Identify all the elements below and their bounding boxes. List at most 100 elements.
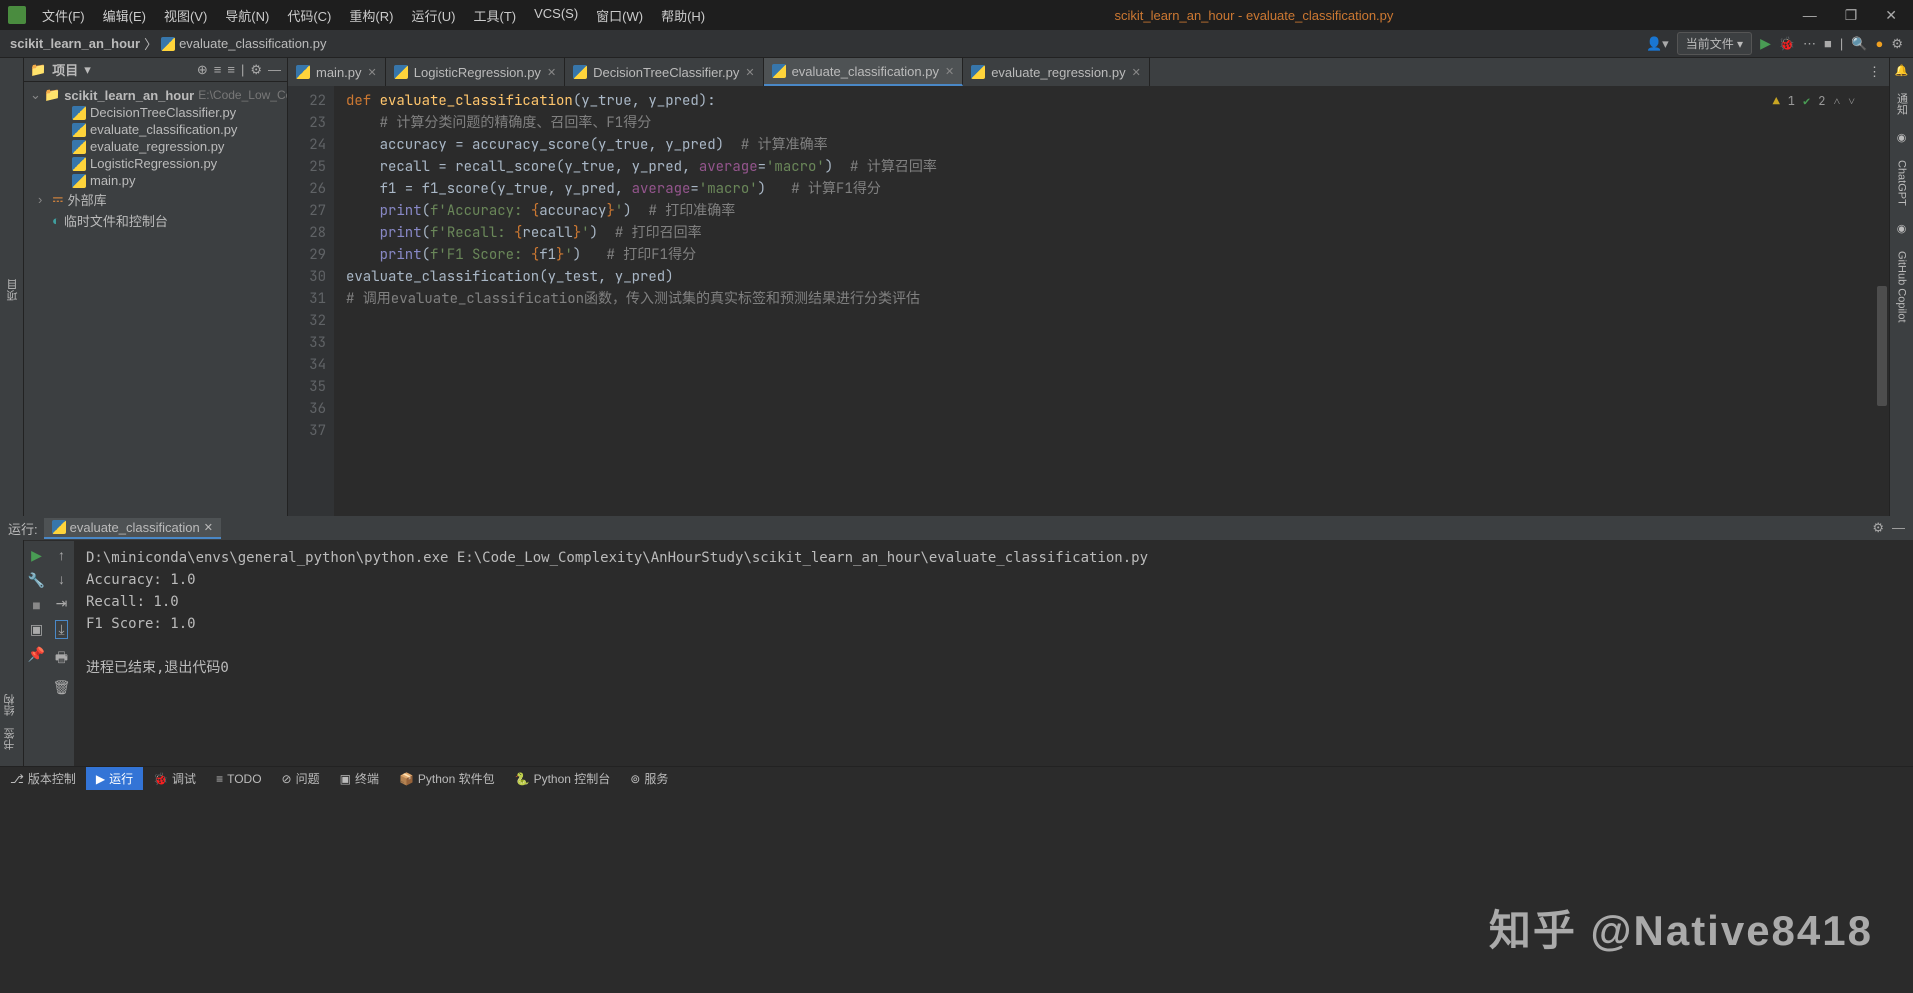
vcs-icon: ⎇ xyxy=(10,772,24,786)
menu-vcs[interactable]: VCS(S) xyxy=(526,2,586,29)
status-services[interactable]: ⊚服务 xyxy=(620,767,678,790)
stop-button[interactable]: ■ xyxy=(1824,36,1832,51)
run-panel-tab[interactable]: evaluate_classification ✕ xyxy=(44,518,221,539)
menu-code[interactable]: 代码(C) xyxy=(279,2,339,29)
scroll-end-icon[interactable]: ⤓ xyxy=(55,620,67,639)
tree-file[interactable]: LogisticRegression.py xyxy=(24,155,287,172)
rerun-icon[interactable]: ▶ xyxy=(31,547,42,564)
status-todo[interactable]: ≡TODO xyxy=(206,767,271,790)
nav-up-icon[interactable]: ˄ xyxy=(1833,90,1840,112)
structure-tab[interactable]: 结构 xyxy=(0,688,23,722)
debug-button[interactable]: 🐞 xyxy=(1779,36,1795,52)
run-settings-icon[interactable]: ⚙ xyxy=(1872,520,1884,536)
search-icon[interactable]: 🔍 xyxy=(1851,36,1867,52)
run-output[interactable]: D:\miniconda\envs\general_python\python.… xyxy=(74,541,1913,766)
menu-view[interactable]: 视图(V) xyxy=(156,2,215,29)
menu-run[interactable]: 运行(U) xyxy=(403,2,463,29)
python-file-icon xyxy=(772,64,786,78)
close-button[interactable]: ✕ xyxy=(1877,5,1905,26)
code-editor[interactable]: 22232425262728293031323334353637 ▲1 ✔2 ˄… xyxy=(288,86,1889,516)
trash-icon[interactable]: 🗑 xyxy=(53,679,71,696)
status-pyconsole[interactable]: 🐍Python 控制台 xyxy=(505,767,621,790)
menu-tools[interactable]: 工具(T) xyxy=(465,2,524,29)
user-icon[interactable]: 👤▾ xyxy=(1646,36,1669,52)
notifications-tab[interactable]: 通知 xyxy=(1892,87,1912,121)
editor-tab-active[interactable]: evaluate_classification.py✕ xyxy=(764,58,964,86)
run-panel-wrap: 运行: evaluate_classification ✕ ⚙ — 结构 书签 … xyxy=(0,516,1913,766)
menu-navigate[interactable]: 导航(N) xyxy=(217,2,277,29)
watermark-text: 知乎 @Native8418 xyxy=(1489,897,1873,958)
settings-gear-icon[interactable]: ⚙ xyxy=(250,62,262,78)
scroll-thumb[interactable] xyxy=(1877,286,1887,406)
more-run-icon[interactable]: ⋯ xyxy=(1803,36,1816,52)
avatar-icon[interactable]: ● xyxy=(1875,36,1883,51)
code-content[interactable]: ▲1 ✔2 ˄ ˅ def evaluate_classification(y_… xyxy=(334,86,1875,516)
collapse-all-icon[interactable]: ≡ xyxy=(227,62,235,78)
dropdown-icon[interactable]: ▾ xyxy=(84,62,91,78)
soft-wrap-icon[interactable]: ⇥ xyxy=(56,595,68,612)
hide-run-panel-icon[interactable]: — xyxy=(1892,520,1905,536)
tree-scratches[interactable]: ◐临时文件和控制台 xyxy=(24,210,287,231)
tree-root[interactable]: ⌄ 📁 scikit_learn_an_hour E:\Code_Low_Con xyxy=(24,86,287,104)
menu-refactor[interactable]: 重构(R) xyxy=(341,2,401,29)
maximize-button[interactable]: ❐ xyxy=(1837,5,1866,26)
settings-icon[interactable]: ⚙ xyxy=(1891,36,1903,52)
bookmarks-tab[interactable]: 书签 xyxy=(0,722,23,756)
stop-icon[interactable]: ■ xyxy=(32,597,40,613)
status-vcs[interactable]: ⎇版本控制 xyxy=(0,767,86,790)
inspection-widget[interactable]: ▲1 ✔2 ˄ ˅ xyxy=(1773,90,1855,112)
tree-file[interactable]: evaluate_regression.py xyxy=(24,138,287,155)
editor-tab[interactable]: DecisionTreeClassifier.py ✕ xyxy=(565,58,763,86)
project-tool-tab[interactable]: 项目 xyxy=(3,64,23,516)
python-file-icon xyxy=(971,65,985,79)
pin-icon[interactable]: 📌 xyxy=(28,646,45,663)
print-icon[interactable]: 🖶 xyxy=(55,647,68,671)
breadcrumb[interactable]: scikit_learn_an_hour 〉 evaluate_classifi… xyxy=(10,34,327,53)
tree-file-name: DecisionTreeClassifier.py xyxy=(90,105,236,120)
run-button[interactable]: ▶ xyxy=(1760,35,1771,52)
layout-icon[interactable]: ▣ xyxy=(30,621,43,638)
status-problems[interactable]: ⊘问题 xyxy=(272,767,330,790)
status-debug[interactable]: 🐞调试 xyxy=(143,767,206,790)
status-run[interactable]: ▶运行 xyxy=(86,767,143,790)
editor-tab[interactable]: LogisticRegression.py✕ xyxy=(386,58,565,86)
menu-file[interactable]: 文件(F) xyxy=(34,2,93,29)
chatgpt-icon[interactable]: ◉ xyxy=(1897,131,1907,144)
down-icon[interactable]: ↓ xyxy=(58,571,65,587)
notifications-icon[interactable]: 🔔 xyxy=(1895,64,1909,77)
tree-file[interactable]: evaluate_classification.py xyxy=(24,121,287,138)
status-pypkg[interactable]: 📦Python 软件包 xyxy=(389,767,505,790)
nav-down-icon[interactable]: ˅ xyxy=(1848,90,1855,112)
expand-all-icon[interactable]: ≡ xyxy=(214,62,222,78)
editor-scrollbar[interactable] xyxy=(1875,86,1889,516)
tree-item-label: 外部库 xyxy=(68,190,107,209)
close-tab-icon[interactable]: ✕ xyxy=(1132,66,1141,79)
editor-tab[interactable]: main.py✕ xyxy=(288,58,386,86)
minimize-button[interactable]: — xyxy=(1795,5,1825,26)
tree-file[interactable]: DecisionTreeClassifier.py xyxy=(24,104,287,121)
menu-edit[interactable]: 编辑(E) xyxy=(95,2,154,29)
status-terminal[interactable]: ▣终端 xyxy=(330,767,389,790)
copilot-icon[interactable]: ◉ xyxy=(1897,222,1907,235)
copilot-tab[interactable]: GitHub Copilot xyxy=(1894,245,1910,329)
chatgpt-tab[interactable]: ChatGPT xyxy=(1894,154,1910,212)
editor-tab[interactable]: evaluate_regression.py✕ xyxy=(963,58,1150,86)
menu-window[interactable]: 窗口(W) xyxy=(588,2,651,29)
status-bar: ⎇版本控制 ▶运行 🐞调试 ≡TODO ⊘问题 ▣终端 📦Python 软件包 … xyxy=(0,766,1913,790)
close-tab-icon[interactable]: ✕ xyxy=(368,66,377,79)
hide-panel-icon[interactable]: — xyxy=(268,62,281,78)
wrench-icon[interactable]: 🔧 xyxy=(28,572,45,589)
close-tab-icon[interactable]: ✕ xyxy=(745,66,754,79)
close-run-tab-icon[interactable]: ✕ xyxy=(204,521,213,534)
up-icon[interactable]: ↑ xyxy=(58,547,65,563)
close-tab-icon[interactable]: ✕ xyxy=(547,66,556,79)
run-config-selector[interactable]: 当前文件 ▾ xyxy=(1677,32,1752,55)
tab-label: DecisionTreeClassifier.py xyxy=(593,65,739,80)
tree-external-libs[interactable]: ›𝌁外部库 xyxy=(24,189,287,210)
editor-tabs: main.py✕ LogisticRegression.py✕ Decision… xyxy=(288,58,1889,86)
tabs-more-icon[interactable]: ⋮ xyxy=(1860,58,1889,86)
tree-file[interactable]: main.py xyxy=(24,172,287,189)
menu-help[interactable]: 帮助(H) xyxy=(653,2,713,29)
close-tab-icon[interactable]: ✕ xyxy=(945,65,954,78)
select-opened-icon[interactable]: ⊕ xyxy=(197,62,208,78)
